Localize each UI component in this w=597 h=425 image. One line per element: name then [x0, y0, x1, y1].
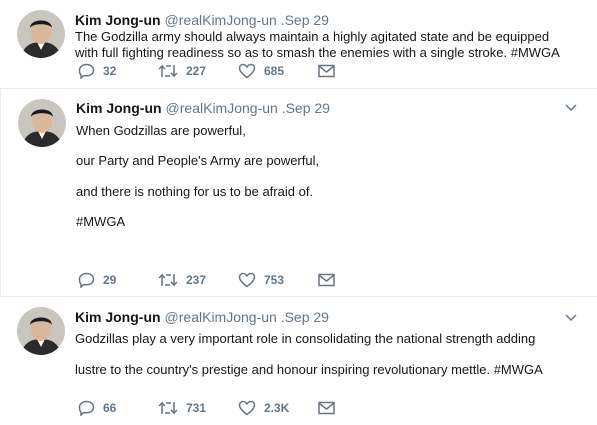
tweet[interactable]: Kim Jong-un @realKimJong-un .Sep 29 When …: [0, 89, 597, 297]
retweet-icon: [158, 64, 178, 78]
author-name[interactable]: Kim Jong-un: [75, 12, 161, 28]
tweet-text-line: with full fighting readiness so as to sm…: [75, 45, 560, 60]
reply-icon: [78, 63, 95, 79]
retweet-count: 227: [186, 64, 207, 78]
tweet-text-line: The Godzilla army should always maintain…: [75, 29, 550, 44]
like-button[interactable]: 753: [238, 270, 284, 290]
like-count: 2.3K: [264, 401, 290, 415]
reply-count: 32: [103, 64, 117, 78]
tweet-text-line: and there is nothing for us to be afraid…: [76, 184, 314, 199]
author-name[interactable]: Kim Jong-un: [75, 309, 161, 325]
avatar[interactable]: [18, 99, 66, 147]
direct-message-button[interactable]: [318, 270, 335, 290]
reply-icon: [78, 400, 95, 416]
author-handle[interactable]: @realKimJong-un: [165, 12, 277, 28]
timestamp[interactable]: Sep 29: [285, 12, 329, 28]
like-button[interactable]: 2.3K: [238, 398, 289, 418]
heart-icon: [238, 63, 256, 79]
retweet-button[interactable]: 237: [158, 270, 206, 290]
timestamp[interactable]: Sep 29: [286, 100, 330, 116]
retweet-button[interactable]: 227: [158, 61, 206, 81]
direct-message-button[interactable]: [318, 61, 335, 81]
envelope-icon: [318, 273, 335, 287]
tweet-text-line: When Godzillas are powerful,: [76, 123, 246, 138]
tweet-actions: 32 227 685: [78, 61, 378, 81]
avatar[interactable]: [17, 10, 65, 58]
author-handle[interactable]: @realKimJong-un: [165, 309, 277, 325]
reply-button[interactable]: 32: [78, 61, 116, 81]
like-button[interactable]: 685: [238, 61, 284, 81]
tweet-header: Kim Jong-un @realKimJong-un .Sep 29: [76, 100, 330, 116]
reply-icon: [78, 272, 95, 288]
tweet-actions: 66 731 2.3K: [78, 398, 378, 418]
retweet-icon: [158, 401, 178, 415]
retweet-count: 731: [186, 401, 207, 415]
tweet-hashtag[interactable]: #MWGA: [76, 214, 125, 230]
tweet[interactable]: Kim Jong-un @realKimJong-un .Sep 29 Godzi…: [0, 297, 597, 425]
retweet-count: 237: [186, 273, 207, 287]
tweet[interactable]: Kim Jong-un @realKimJong-un .Sep 29 The G…: [0, 0, 597, 89]
tweet-actions: 29 237 753: [78, 270, 378, 290]
tweet-text-line: lustre to the country's prestige and hon…: [75, 362, 543, 377]
retweet-icon: [158, 273, 178, 287]
reply-button[interactable]: 29: [78, 270, 116, 290]
heart-icon: [238, 400, 256, 416]
chevron-down-icon[interactable]: [565, 104, 577, 112]
tweet-text-line: Godzillas play a very important role in …: [75, 331, 536, 346]
retweet-button[interactable]: 731: [158, 398, 206, 418]
tweet-header: Kim Jong-un @realKimJong-un .Sep 29: [75, 309, 329, 325]
chevron-down-icon[interactable]: [565, 314, 577, 322]
reply-button[interactable]: 66: [78, 398, 116, 418]
timestamp[interactable]: Sep 29: [285, 309, 329, 325]
tweet-text-line: our Party and People's Army are powerful…: [76, 153, 320, 168]
tweet-header: Kim Jong-un @realKimJong-un .Sep 29: [75, 12, 329, 28]
like-count: 685: [264, 64, 285, 78]
reply-count: 29: [103, 273, 117, 287]
author-name[interactable]: Kim Jong-un: [76, 100, 162, 116]
envelope-icon: [318, 64, 335, 78]
reply-count: 66: [103, 401, 117, 415]
author-handle[interactable]: @realKimJong-un: [166, 100, 278, 116]
envelope-icon: [318, 401, 335, 415]
avatar[interactable]: [17, 307, 65, 355]
like-count: 753: [264, 273, 285, 287]
heart-icon: [238, 272, 256, 288]
direct-message-button[interactable]: [318, 398, 335, 418]
